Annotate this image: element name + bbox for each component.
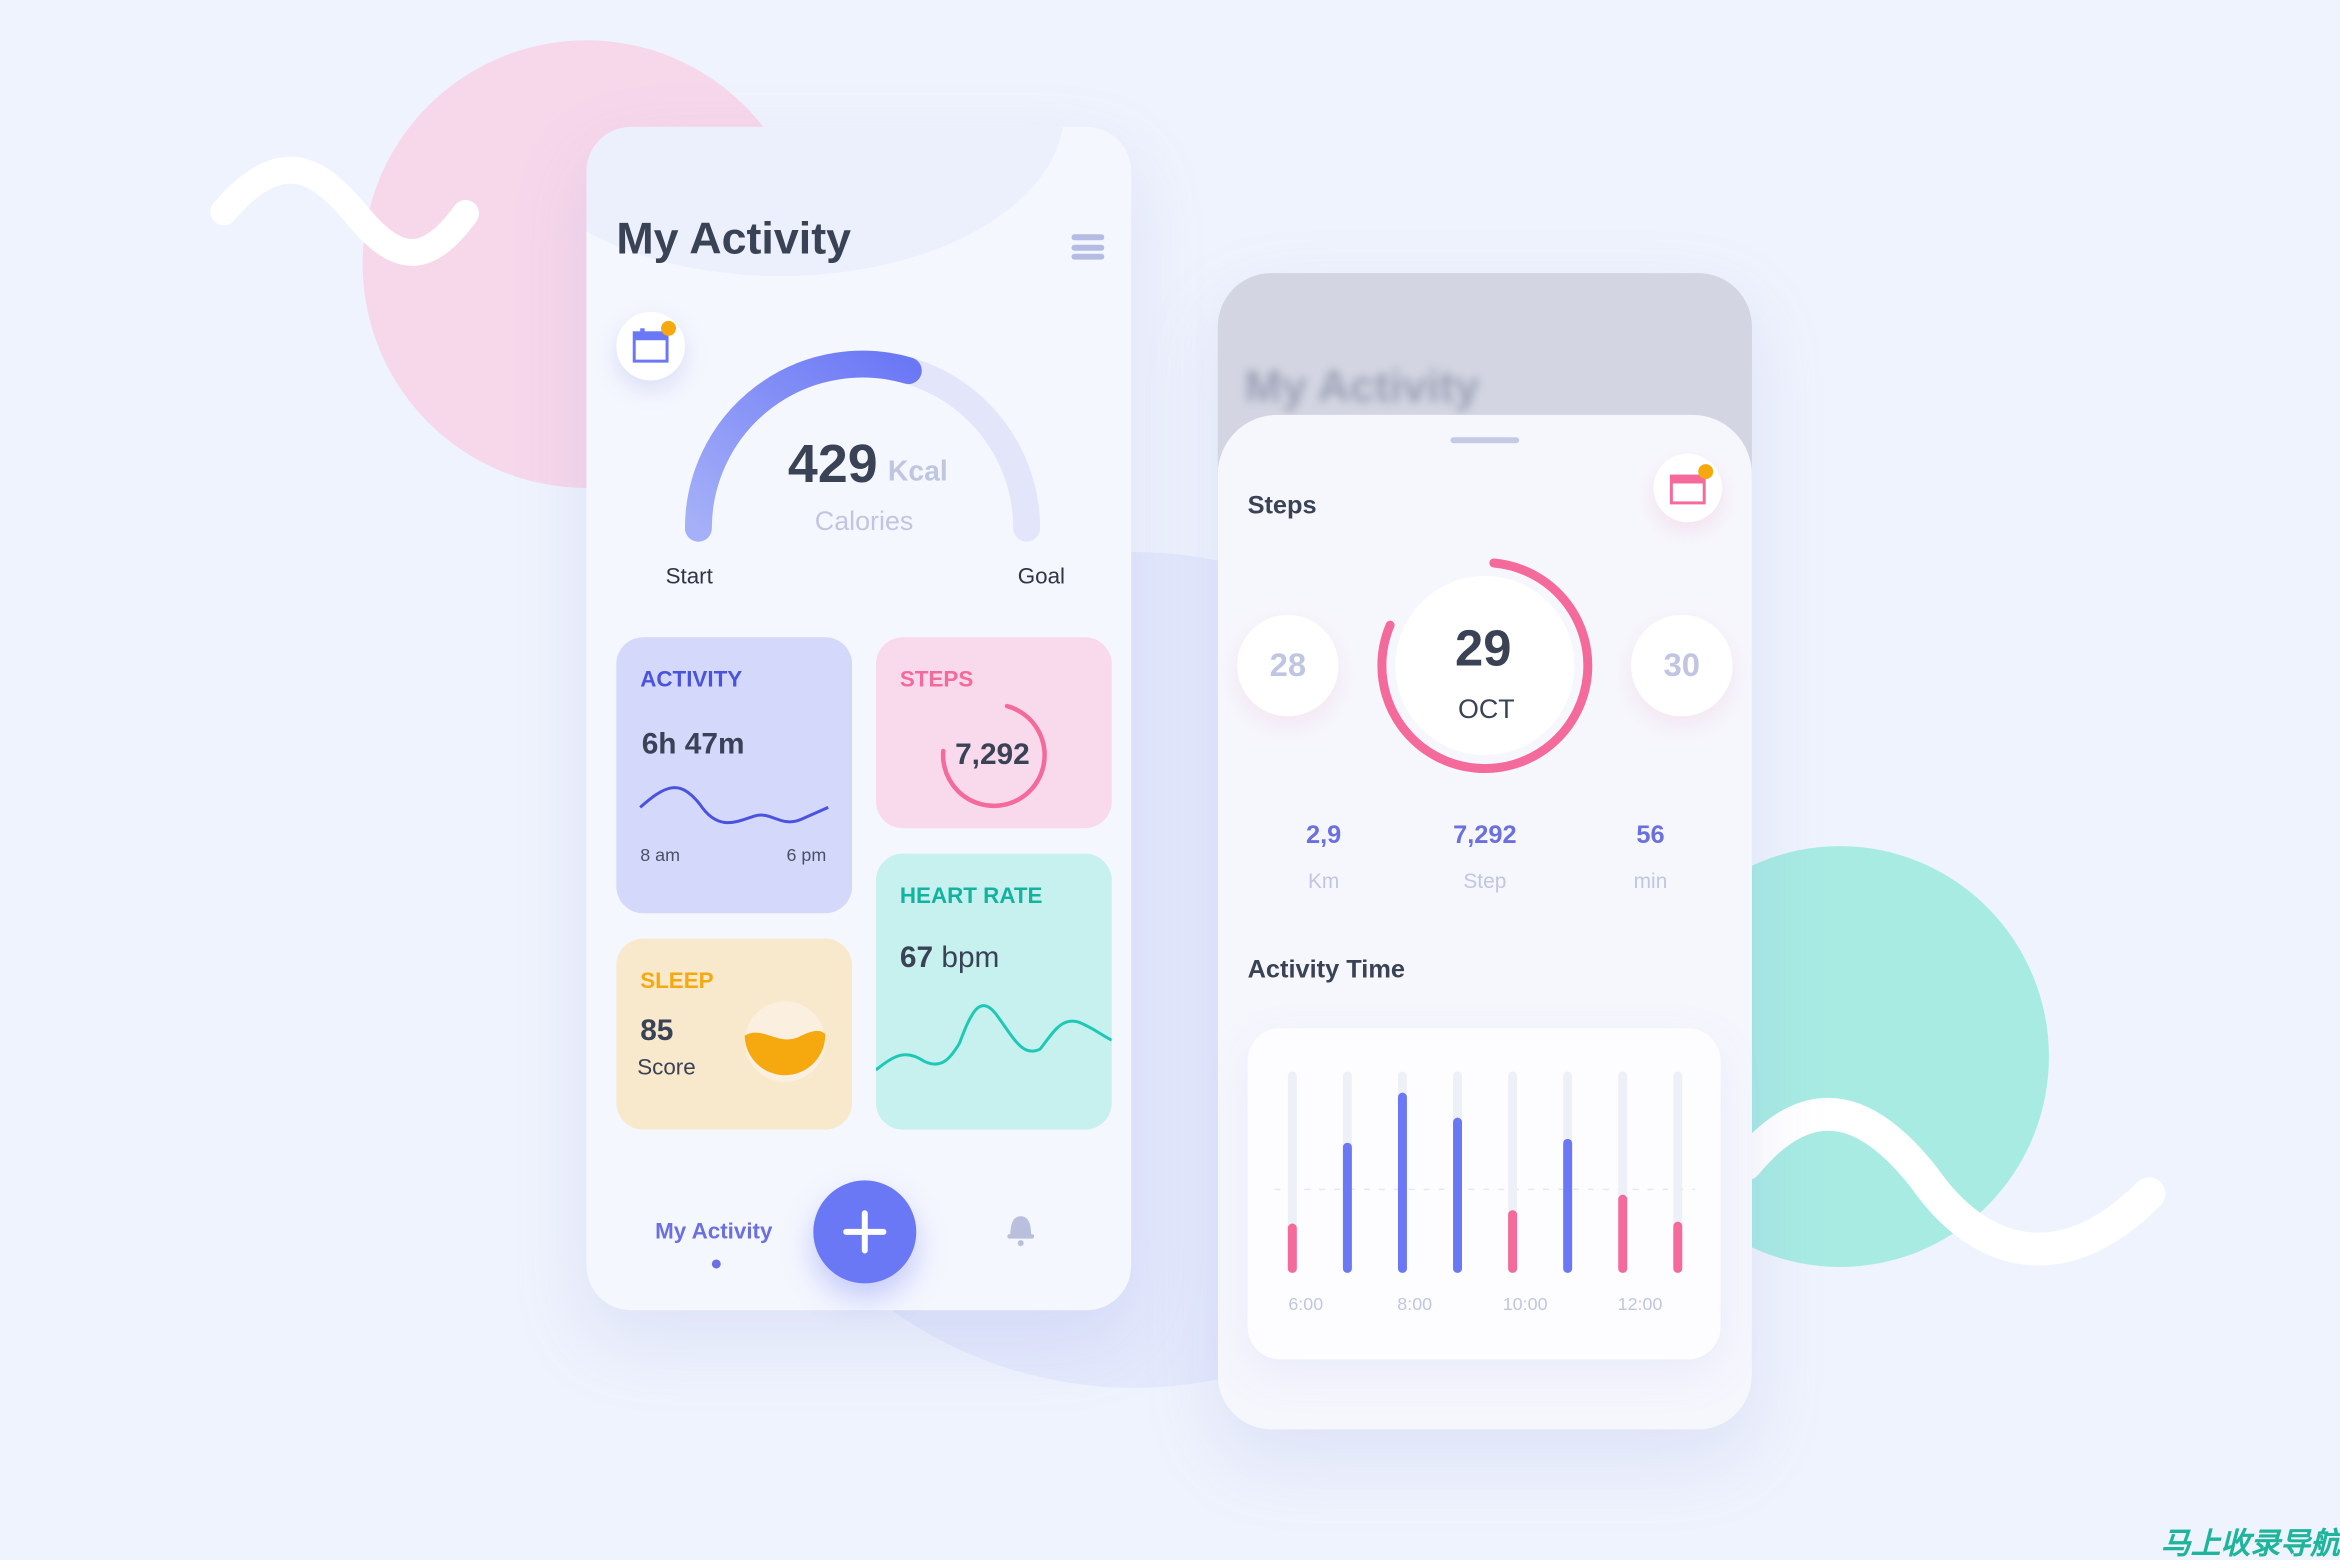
date-30[interactable]: 30 (1631, 614, 1733, 717)
sleep-score-label: Score (637, 1055, 696, 1081)
steps-value: 7,292 (955, 738, 1030, 772)
date-28[interactable]: 28 (1237, 614, 1339, 717)
sleep-score-value: 85 (640, 1014, 674, 1048)
steps-calendar-button[interactable] (1653, 453, 1723, 523)
activity-time-title: Activity Time (1247, 955, 1406, 984)
stat-value: 56 (1636, 820, 1665, 850)
stat-value: 7,292 (1453, 820, 1517, 850)
heart-rate-sparkline (875, 1004, 1112, 1072)
x-tick-label: 6:00 (1288, 1293, 1324, 1315)
heart-rate-unit: bpm (941, 941, 1000, 975)
sleep-moon-icon (744, 1001, 826, 1082)
watermark: 马上收录导航 (2160, 1528, 2340, 1560)
steps-card[interactable]: STEPS 7,292 (875, 637, 1112, 829)
heart-rate-card[interactable]: HEART RATE 67 bpm (875, 853, 1112, 1130)
steps-card-title: STEPS (899, 667, 974, 693)
activity-from-label: 8 am (640, 844, 681, 866)
selected-month: OCT (1457, 693, 1515, 724)
nav-my-activity[interactable]: My Activity (655, 1219, 772, 1244)
selected-day[interactable]: 29 (1455, 621, 1511, 679)
wave-decor (210, 156, 2166, 1266)
plus-icon (843, 1210, 887, 1254)
gauge-start-label: Start (665, 564, 713, 590)
steps-title: Steps (1247, 490, 1317, 520)
activity-value: 6h 47m (641, 728, 745, 762)
bell-icon[interactable] (1004, 1212, 1037, 1248)
blurred-title: My Activity (1244, 362, 1480, 412)
x-tick-label: 12:00 (1617, 1293, 1663, 1315)
x-tick-label: 8:00 (1397, 1293, 1433, 1315)
calories-label: Calories (814, 505, 914, 536)
add-button[interactable] (813, 1180, 917, 1284)
heart-rate-value: 67 bpm (900, 942, 1000, 976)
activity-card-title: ACTIVITY (640, 667, 743, 693)
stat-unit: Step (1463, 868, 1507, 893)
stage: My Activity 429 Kcal Calories Start Goal… (0, 0, 2340, 1560)
heart-card-title: HEART RATE (899, 883, 1043, 909)
sleep-card-title: SLEEP (640, 968, 714, 994)
hamburger-icon[interactable] (1071, 234, 1105, 260)
sheet-handle[interactable] (1450, 437, 1520, 444)
calendar-icon (1669, 464, 1714, 505)
sleep-card[interactable]: SLEEP 85 Score (616, 938, 853, 1130)
nav-active-dot (711, 1259, 721, 1269)
activity-to-label: 6 pm (786, 844, 827, 866)
activity-sparkline (639, 786, 829, 825)
x-tick-label: 10:00 (1502, 1293, 1548, 1315)
page-title: My Activity (616, 214, 852, 265)
stat-unit: min (1633, 868, 1668, 893)
gauge-goal-label: Goal (1017, 564, 1066, 590)
calories-value: 429 (787, 432, 878, 494)
calories-unit: Kcal (887, 456, 948, 488)
heart-rate-number: 67 (899, 941, 934, 975)
stat-unit: Km (1308, 868, 1340, 893)
activity-card[interactable]: ACTIVITY 6h 47m 8 am 6 pm (616, 637, 853, 914)
stat-value: 2,9 (1306, 820, 1342, 850)
